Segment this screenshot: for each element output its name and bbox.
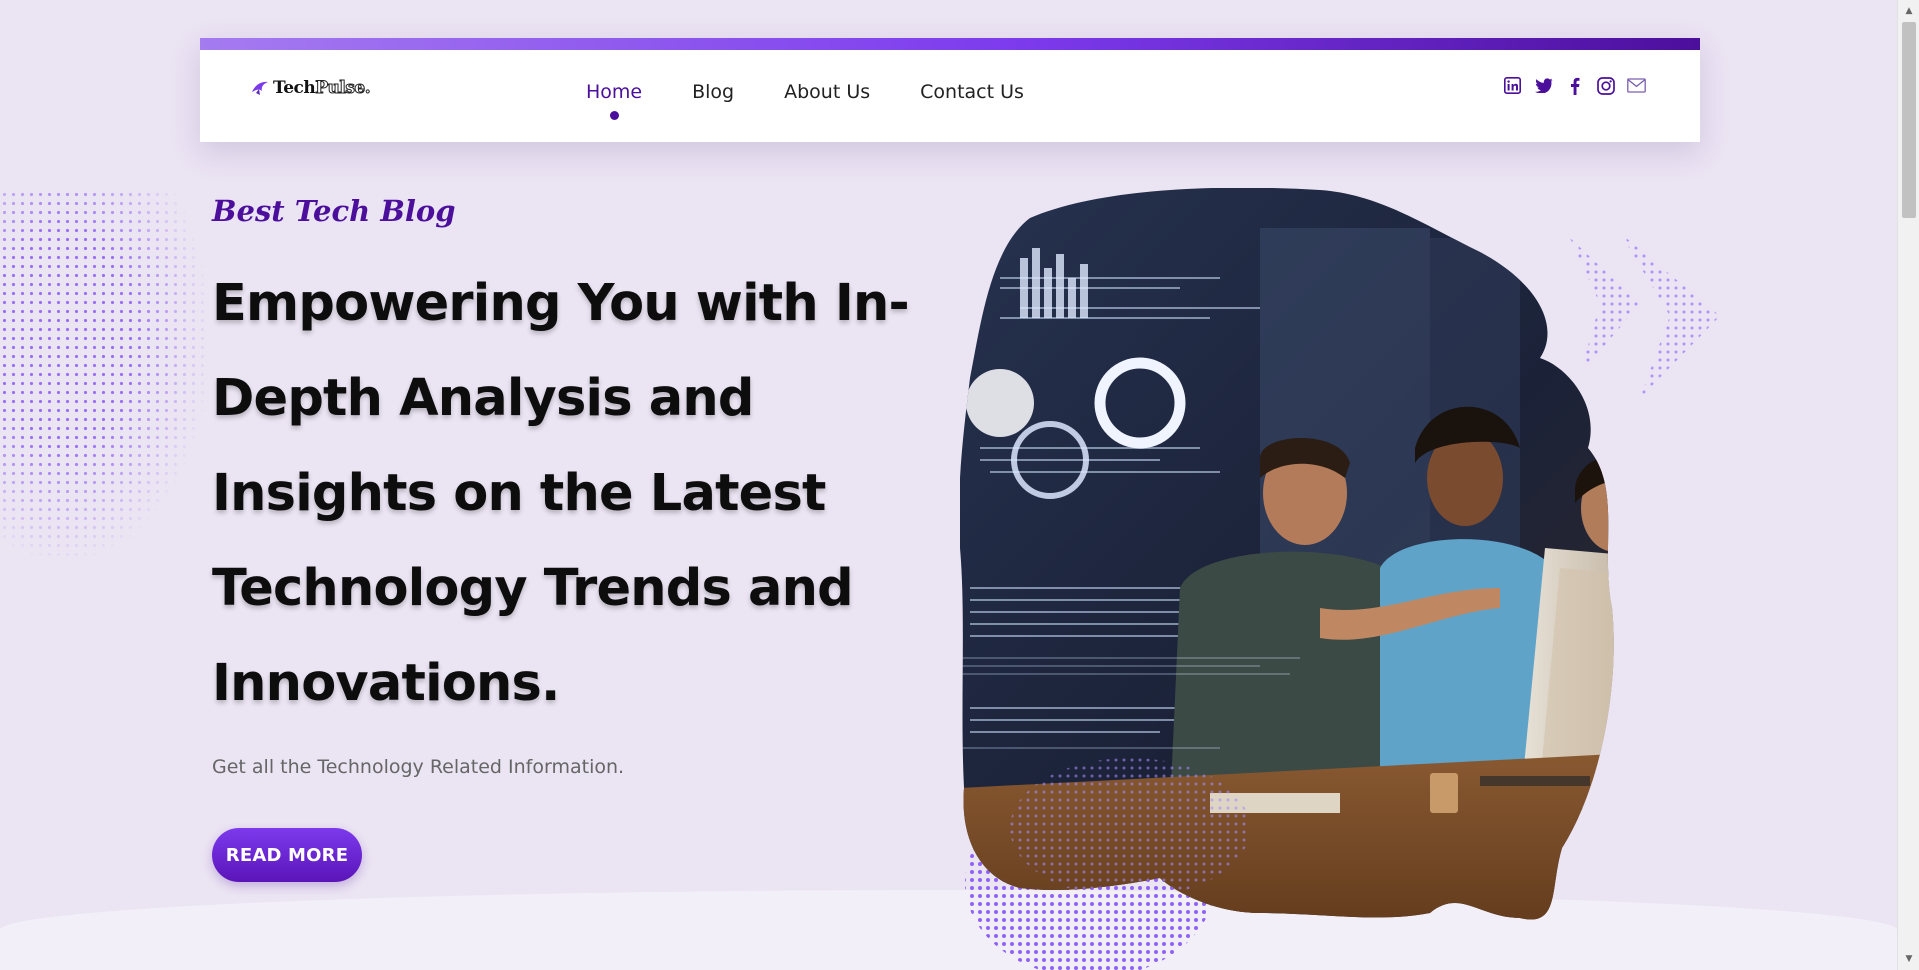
social-links <box>1503 76 1646 95</box>
hero-subtitle: Get all the Technology Related Informati… <box>212 756 625 778</box>
page-scrollbar[interactable]: ▲ ▼ <box>1897 0 1919 970</box>
logo-text: TechPulse. <box>273 78 371 99</box>
logo-text-pulse: Pulse. <box>315 78 371 99</box>
nav-item-home[interactable]: Home <box>586 81 642 120</box>
nav-item-contact-us[interactable]: Contact Us <box>920 81 1024 103</box>
logo-icon <box>252 81 268 95</box>
hero-tagline: Best Tech Blog <box>212 194 456 228</box>
nav-item-blog[interactable]: Blog <box>692 81 734 103</box>
navbar-accent-bar <box>200 38 1700 50</box>
hero-title: Empowering You with In-Depth Analysis an… <box>212 274 910 713</box>
twitter-icon[interactable] <box>1534 76 1553 95</box>
scroll-down-arrow-icon[interactable]: ▼ <box>1898 950 1919 968</box>
decorative-dot-pattern <box>0 190 210 560</box>
mail-icon[interactable] <box>1627 76 1646 95</box>
main-nav: Home Blog About Us Contact Us <box>586 81 1024 120</box>
navbar: TechPulse. Home Blog About Us Contact Us <box>200 38 1700 142</box>
read-more-button[interactable]: READ MORE <box>212 828 362 882</box>
scroll-thumb[interactable] <box>1902 22 1916 218</box>
chevron-decoration <box>1570 233 1720 398</box>
instagram-icon[interactable] <box>1596 76 1615 95</box>
hero-image <box>960 188 1720 970</box>
facebook-icon[interactable] <box>1565 76 1584 95</box>
linkedin-icon[interactable] <box>1503 76 1522 95</box>
nav-item-about-us[interactable]: About Us <box>784 81 870 103</box>
logo-text-tech: Tech <box>273 78 316 98</box>
logo-link[interactable]: TechPulse. <box>250 78 371 99</box>
scroll-up-arrow-icon[interactable]: ▲ <box>1898 2 1919 20</box>
